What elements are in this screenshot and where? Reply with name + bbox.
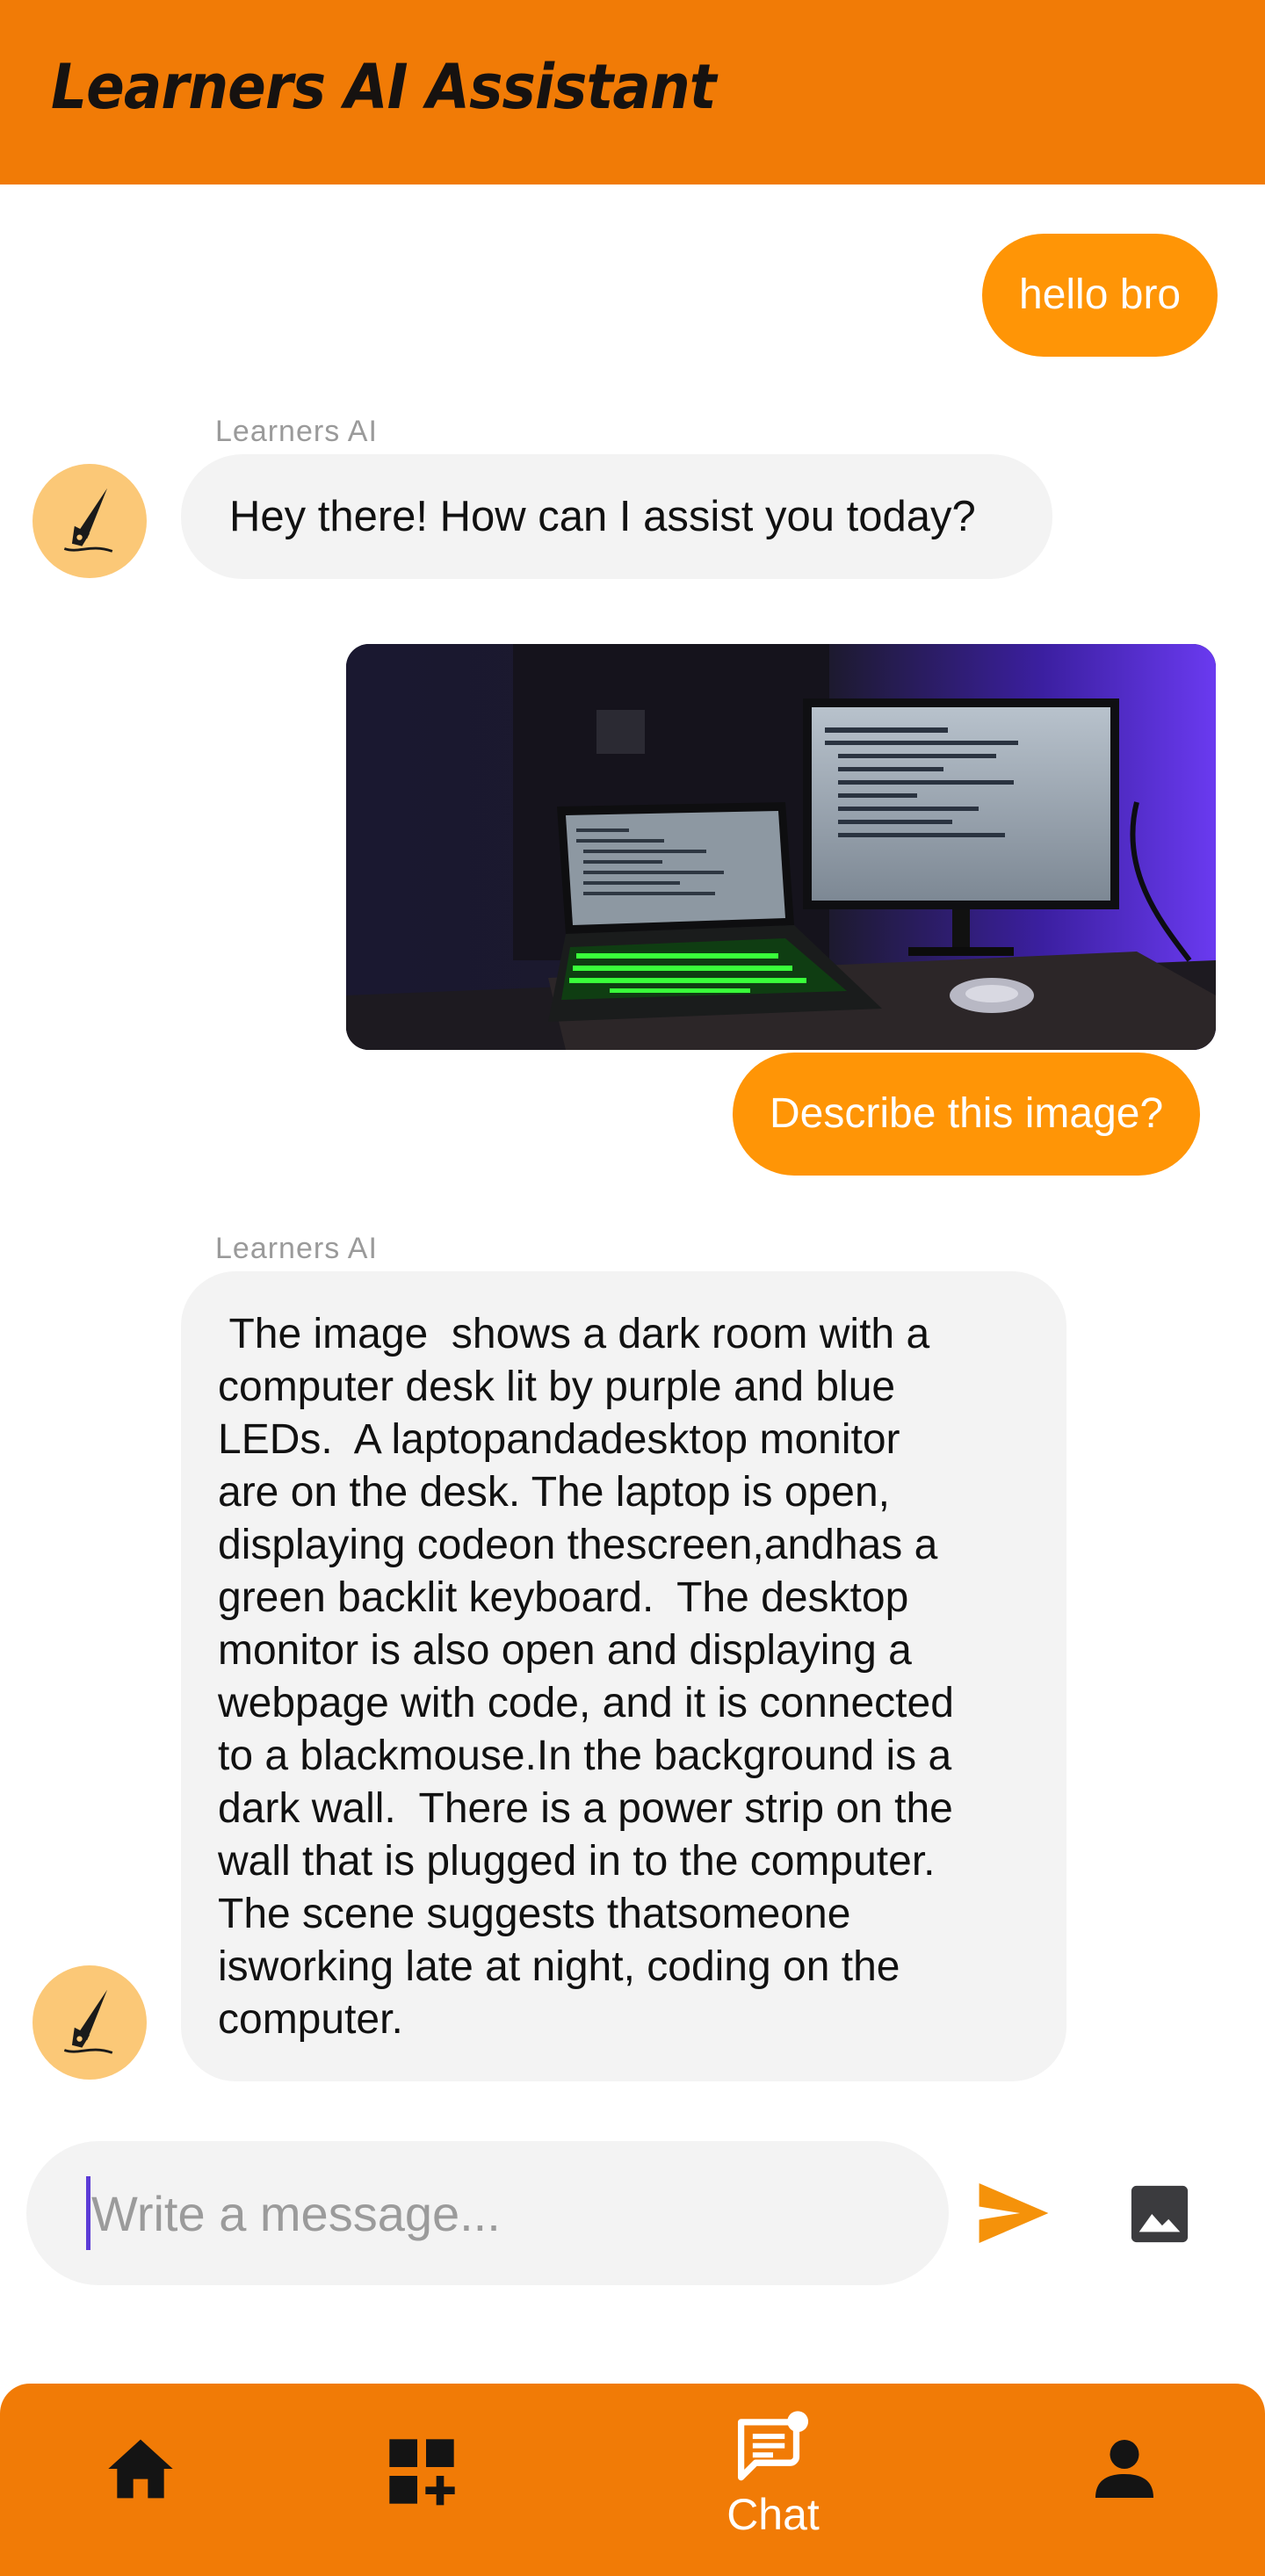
nav-profile[interactable]: [1081, 2436, 1168, 2501]
user-message-bubble: Describe this image?: [733, 1053, 1201, 1176]
assistant-message-bubble: Hey there! How can I assist you today?: [181, 454, 1052, 579]
nav-add-widget[interactable]: [378, 2436, 466, 2507]
assistant-message-line: dark wall. There is a power strip on the: [218, 1785, 953, 1832]
nav-chat[interactable]: Chat: [707, 2410, 839, 2540]
sender-name: Learners AI: [215, 1232, 378, 1265]
assistant-avatar: [33, 464, 147, 578]
add-widget-icon: [389, 2439, 455, 2506]
assistant-message-line: green backlit keyboard. The desktop: [218, 1574, 909, 1621]
message-composer: [26, 2141, 949, 2285]
assistant-message-line: to a blackmouse.In the background is a: [218, 1733, 952, 1779]
assistant-message-line: webpage with code, and it is connected: [218, 1680, 954, 1726]
assistant-message-text: Hey there! How can I assist you today?: [229, 493, 976, 540]
assistant-message-bubble: The image shows a dark room with a compu…: [181, 1271, 1066, 2081]
send-button[interactable]: [970, 2174, 1058, 2252]
pen-nib-icon: [63, 488, 113, 553]
assistant-message-line: computer desk lit by purple and blue: [218, 1364, 896, 1410]
assistant-avatar: [33, 1965, 147, 2080]
assistant-message-line: The image shows a dark room with a: [218, 1311, 930, 1357]
text-caret: [86, 2176, 90, 2250]
attach-image-button[interactable]: [1116, 2170, 1204, 2258]
assistant-message-line: computer.: [218, 1996, 403, 2043]
send-icon: [979, 2182, 1049, 2244]
home-icon: [108, 2439, 173, 2499]
pen-nib-icon: [63, 1989, 113, 2054]
message-input[interactable]: [91, 2141, 917, 2285]
assistant-message-line: monitor is also open and displaying a: [218, 1627, 912, 1674]
person-icon: [1095, 2440, 1153, 2498]
assistant-message-line: isworking late at night, coding on the: [218, 1943, 900, 1990]
user-message-bubble: hello bro: [982, 234, 1218, 357]
app-bar: Learners AI Assistant: [0, 0, 1265, 185]
assistant-message-line: LEDs. A laptopandadesktop monitor: [218, 1416, 900, 1463]
chat-icon: [737, 2411, 809, 2481]
sender-name: Learners AI: [215, 415, 378, 448]
app-title: Learners AI Assistant: [51, 51, 717, 123]
image-icon: [1131, 2185, 1189, 2243]
desk-setup-photo[interactable]: [346, 644, 1216, 1050]
assistant-message-line: displaying codeon thescreen,andhas a: [218, 1522, 938, 1568]
assistant-message-line: are on the desk. The laptop is open,: [218, 1469, 890, 1516]
bottom-navigation: Chat: [0, 2384, 1265, 2576]
assistant-message-line: The scene suggests thatsomeone: [218, 1891, 851, 1937]
assistant-message-line: wall that is plugged in to the computer.: [218, 1838, 936, 1885]
nav-chat-label: Chat: [726, 2490, 820, 2539]
nav-home[interactable]: [97, 2436, 184, 2501]
